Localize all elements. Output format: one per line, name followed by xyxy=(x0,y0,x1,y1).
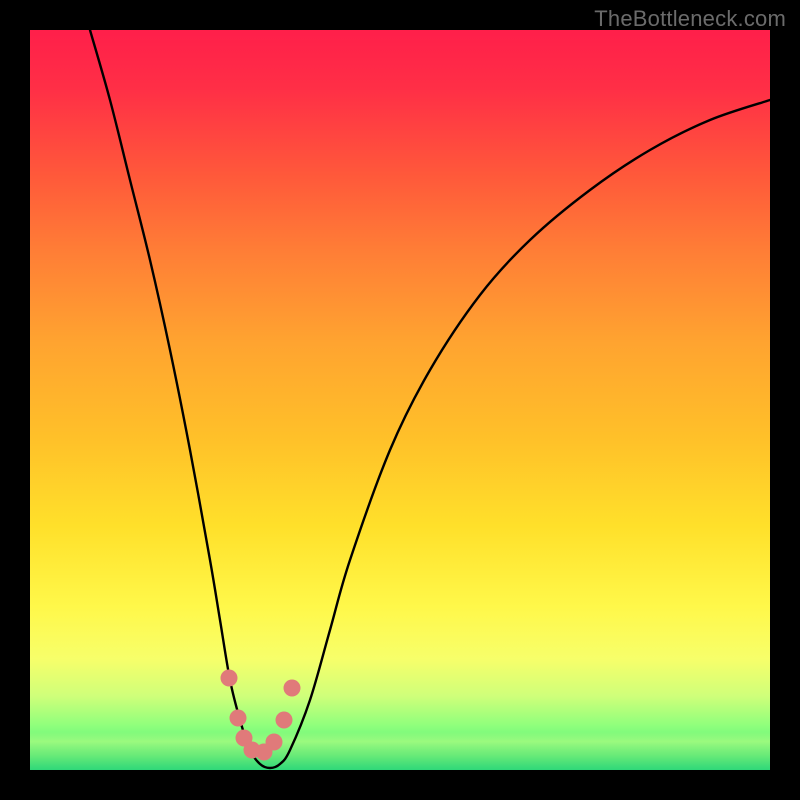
data-point-dots xyxy=(30,30,770,770)
watermark-text: TheBottleneck.com xyxy=(594,6,786,32)
data-point xyxy=(284,680,301,697)
data-point xyxy=(276,712,293,729)
chart-plot-area xyxy=(30,30,770,770)
data-point xyxy=(266,734,283,751)
data-point xyxy=(230,710,247,727)
data-point xyxy=(221,670,238,687)
